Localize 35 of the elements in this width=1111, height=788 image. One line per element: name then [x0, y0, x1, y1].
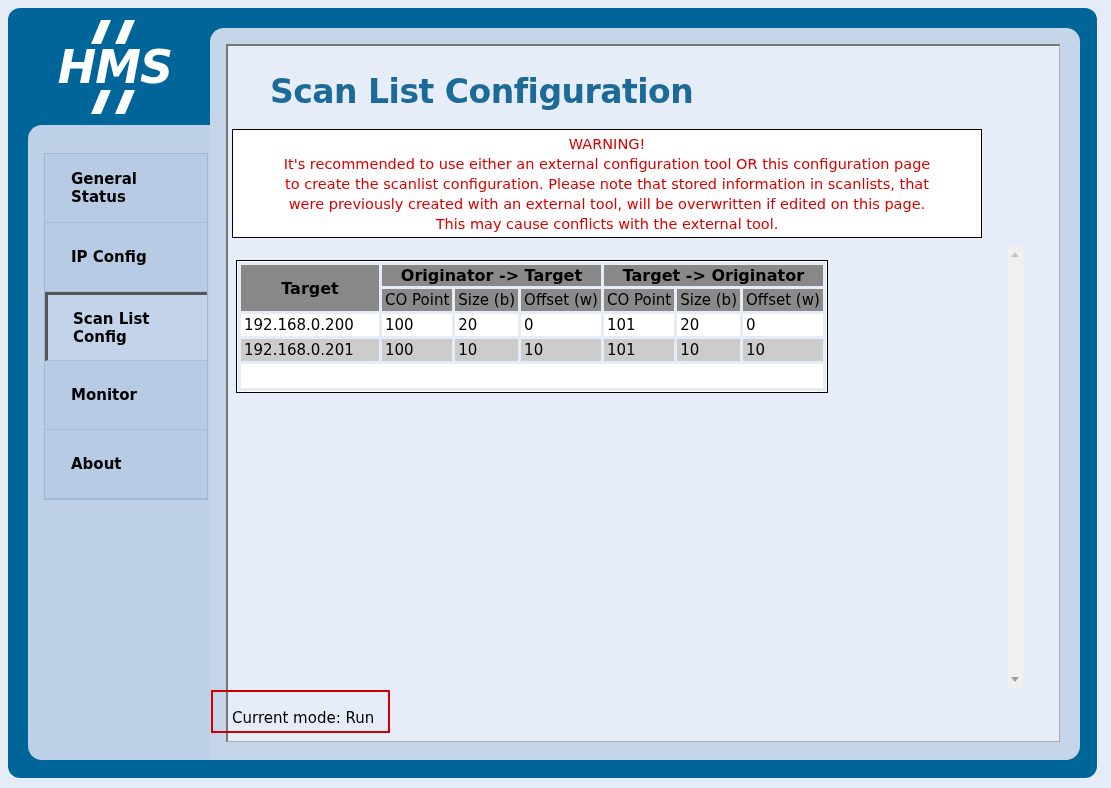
table-cell: 101 — [603, 314, 675, 336]
table-cell: 192.168.0.201 — [241, 339, 379, 361]
table-cell: 10 — [455, 339, 519, 361]
column-header: CO Point — [382, 289, 453, 311]
warning-message: WARNING! It's recommended to use either an external configuration tool OR this configuration page to create the scanlist configuration. Please note that stored information in scanlists, that were previously created with an external tool, will be overwritten if edited on this page. This may cause conflicts with the external tool. — [232, 129, 982, 238]
table-cell: 10 — [521, 339, 601, 361]
table-cell: 192.168.0.200 — [241, 314, 379, 336]
scroll-down-icon[interactable] — [1011, 677, 1019, 682]
table-cell: 100 — [382, 339, 453, 361]
column-header: Offset (w) — [743, 289, 823, 311]
scroll-up-icon[interactable] — [1011, 252, 1019, 257]
scrollbar[interactable] — [1007, 246, 1023, 688]
table-cell: 10 — [743, 339, 823, 361]
nav-item[interactable]: IP Config — [45, 223, 207, 292]
table-cell: 20 — [677, 314, 740, 336]
nav-item[interactable]: Monitor — [45, 361, 207, 430]
column-group-header: Target -> Originator — [603, 265, 823, 286]
column-header: Size (b) — [455, 289, 519, 311]
table-cell: 20 — [455, 314, 519, 336]
table-cell: 0 — [743, 314, 823, 336]
table-cell: 101 — [603, 339, 675, 361]
column-header: Size (b) — [677, 289, 740, 311]
nav-item[interactable]: General Status — [45, 154, 207, 223]
nav-item[interactable]: About — [45, 430, 207, 499]
table-cell: 10 — [677, 339, 740, 361]
page-title: Scan List Configuration — [270, 71, 695, 113]
column-header: CO Point — [603, 289, 675, 311]
column-header: Offset (w) — [521, 289, 601, 311]
table-cell: 100 — [382, 314, 453, 336]
nav-item[interactable]: Scan List Config — [45, 292, 207, 361]
column-group-header: Originator -> Target — [382, 265, 601, 286]
table-cell: 0 — [521, 314, 601, 336]
logo-text: HMS — [57, 43, 173, 90]
column-header: Target — [241, 265, 379, 311]
current-mode-text: Current mode: Run — [232, 709, 375, 727]
